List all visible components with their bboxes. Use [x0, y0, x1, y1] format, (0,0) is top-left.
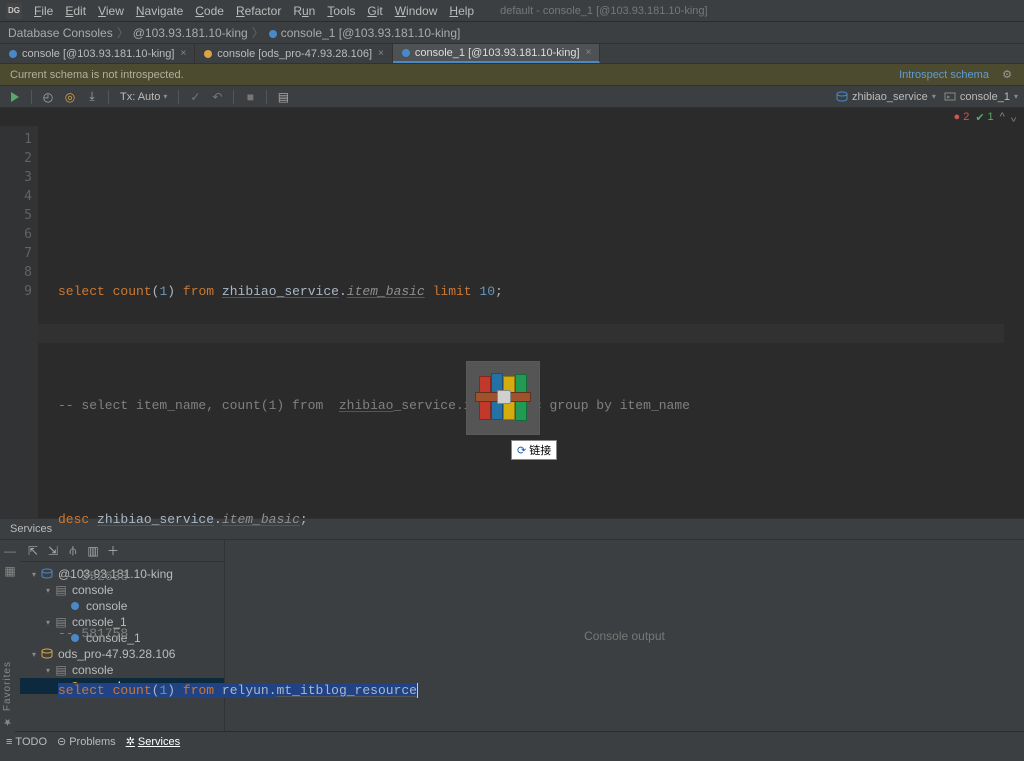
favorites-sidebar[interactable]: ★ Favorites [0, 655, 15, 733]
chevron-icon[interactable]: ^ [1000, 111, 1005, 123]
commit-icon[interactable]: ✓ [186, 88, 204, 106]
run-button[interactable] [6, 88, 24, 106]
console-selector[interactable]: console_1▾ [944, 91, 1018, 103]
menu-run[interactable]: Run [287, 2, 321, 20]
line-gutter: 1 2 3 4 5 6 7 8 9 [0, 126, 38, 518]
close-icon[interactable]: × [586, 47, 592, 58]
settings-icon[interactable]: ◎ [61, 88, 79, 106]
close-icon[interactable]: × [378, 48, 384, 59]
expand-all-icon[interactable]: ⇱ [24, 542, 42, 560]
stop-icon[interactable]: ■ [241, 88, 259, 106]
tab-console-3[interactable]: console_1 [@103.93.181.10-king] × [393, 44, 601, 63]
menu-file[interactable]: File [28, 2, 59, 20]
menu-refactor[interactable]: Refactor [230, 2, 287, 20]
warning-count[interactable]: ✔1 [975, 111, 993, 124]
crumb-ds[interactable]: @103.93.181.10-king [133, 26, 248, 40]
schema-selector[interactable]: zhibiao_service▾ [836, 91, 936, 103]
menu-tools[interactable]: Tools [321, 2, 361, 20]
menu-navigate[interactable]: Navigate [130, 2, 189, 20]
chevron-down-icon[interactable]: ^ [1011, 111, 1016, 123]
introspect-link[interactable]: Introspect schema [899, 69, 989, 81]
menu-edit[interactable]: Edit [59, 2, 92, 20]
code-editor[interactable]: 1 2 3 4 5 6 7 8 9 select count(1) from z… [0, 126, 1024, 518]
crumb-file[interactable]: console_1 [@103.93.181.10-king] [281, 26, 461, 40]
menu-view[interactable]: View [92, 2, 130, 20]
menu-help[interactable]: Help [443, 2, 480, 20]
app-logo: DG [6, 3, 22, 19]
history-icon[interactable]: ◴ [39, 88, 57, 106]
minimize-icon[interactable]: — [4, 544, 16, 558]
menu-window[interactable]: Window [389, 2, 444, 20]
toolwindow-todo[interactable]: ≡TODO [6, 736, 47, 748]
menu-bar: File Edit View Navigate Code Refactor Ru… [28, 2, 480, 20]
menu-git[interactable]: Git [361, 2, 388, 20]
error-count[interactable]: ●2 [954, 111, 970, 123]
breadcrumb: Database Consoles 〉 @103.93.181.10-king … [0, 22, 1024, 44]
gear-icon[interactable]: ⚙ [1000, 68, 1014, 81]
drag-tooltip: ⟳链接 [511, 440, 557, 460]
dragged-archive-icon[interactable] [466, 361, 540, 435]
crumb-root[interactable]: Database Consoles [8, 26, 113, 40]
tab-console-1[interactable]: console [@103.93.181.10-king] × [0, 44, 195, 63]
close-icon[interactable]: × [180, 48, 186, 59]
grid-icon[interactable]: ▦ [4, 564, 15, 578]
menu-code[interactable]: Code [189, 2, 230, 20]
tab-console-2[interactable]: console [ods_pro-47.93.28.106] × [195, 44, 393, 63]
export-icon[interactable]: ⤓ [83, 88, 101, 106]
introspection-warning: Current schema is not introspected. Intr… [0, 64, 1024, 86]
tx-mode-selector[interactable]: Tx: Auto▾ [116, 91, 171, 103]
rollback-icon[interactable]: ↶ [208, 88, 226, 106]
window-title: default - console_1 [@103.93.181.10-king… [500, 5, 707, 17]
warning-text: Current schema is not introspected. [10, 69, 184, 81]
layout-icon[interactable]: ▤ [274, 88, 292, 106]
